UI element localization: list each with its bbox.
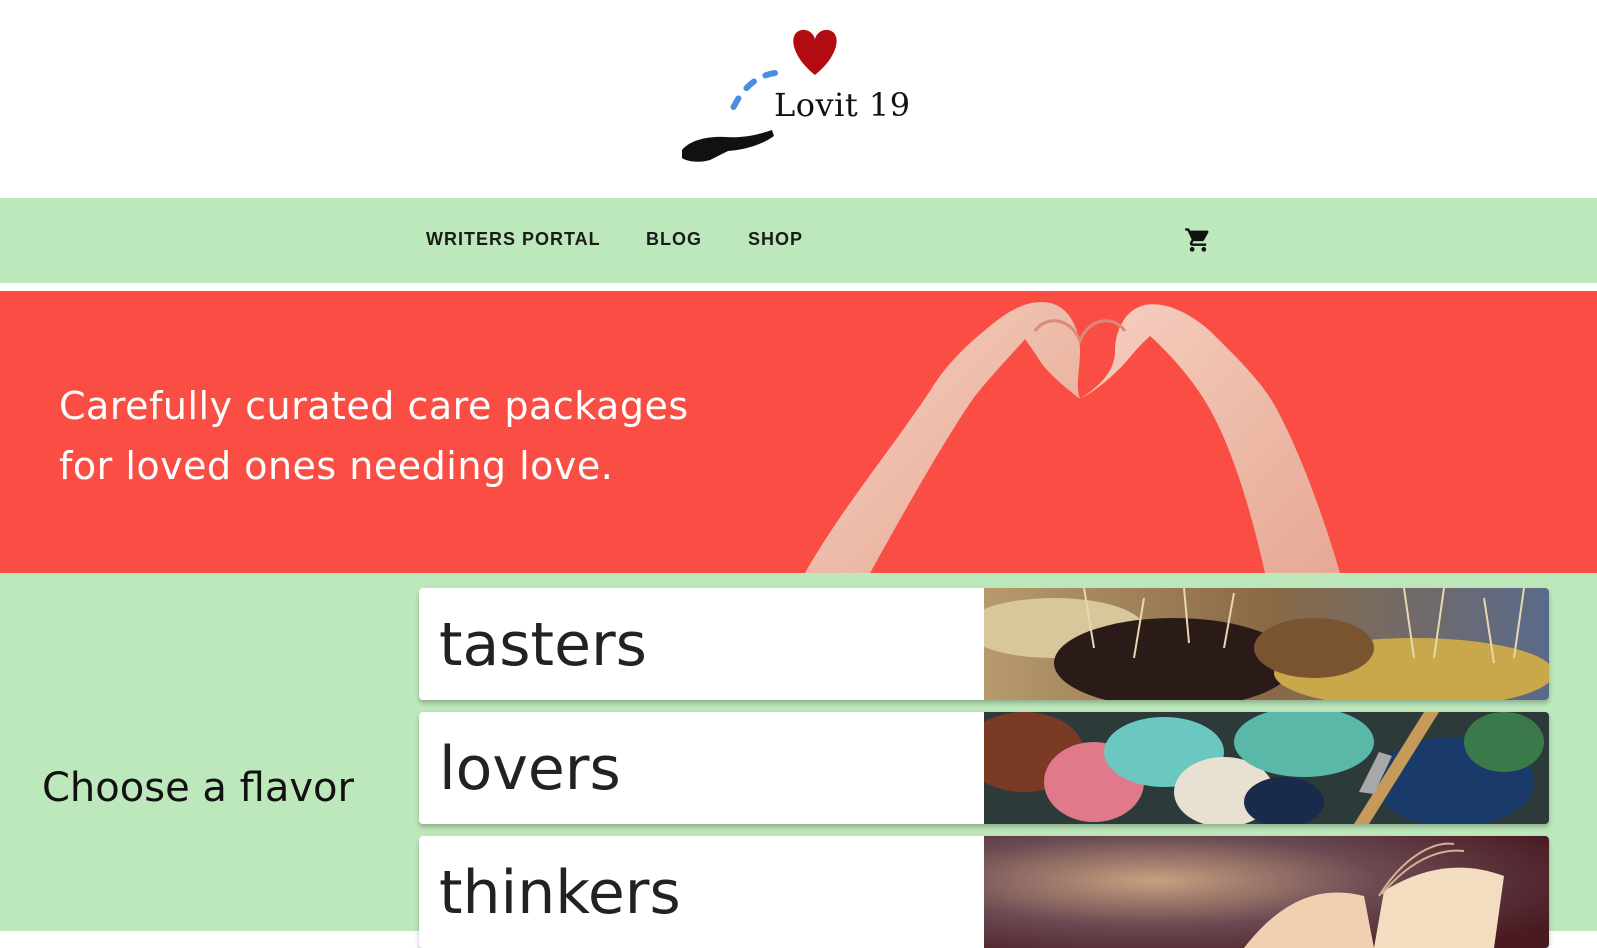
open-book-image — [984, 836, 1549, 948]
hero-line-2: for loved ones needing love. — [59, 444, 614, 488]
olives-image — [984, 588, 1549, 700]
brand-name: Lovit 19 — [774, 86, 911, 124]
shopping-cart-icon[interactable] — [1184, 226, 1212, 254]
heart-hands-image — [805, 302, 1340, 573]
nav-shop[interactable]: SHOP — [748, 229, 803, 250]
divider — [0, 283, 1597, 291]
flavor-card-tasters[interactable]: tasters — [419, 588, 1549, 700]
hero-tagline: Carefully curated care packages for love… — [59, 376, 779, 496]
flavor-card-lovers[interactable]: lovers — [419, 712, 1549, 824]
flavor-section: Choose a flavor tasters lovers thinkers — [0, 573, 1597, 948]
flavor-card-thinkers[interactable]: thinkers — [419, 836, 1549, 948]
flavor-title: thinkers — [439, 858, 681, 928]
flavor-title: lovers — [439, 734, 621, 804]
site-header: Lovit 19 — [0, 0, 1597, 198]
paint-palette-image — [984, 712, 1549, 824]
nav-blog[interactable]: BLOG — [646, 229, 702, 250]
flavor-heading: Choose a flavor — [42, 765, 354, 811]
hero-banner: Carefully curated care packages for love… — [0, 291, 1597, 573]
hero-line-1: Carefully curated care packages — [59, 384, 689, 428]
navbar: WRITERS PORTAL BLOG SHOP — [0, 198, 1597, 283]
nav-writers-portal[interactable]: WRITERS PORTAL — [426, 229, 601, 250]
flavor-title: tasters — [439, 610, 647, 680]
